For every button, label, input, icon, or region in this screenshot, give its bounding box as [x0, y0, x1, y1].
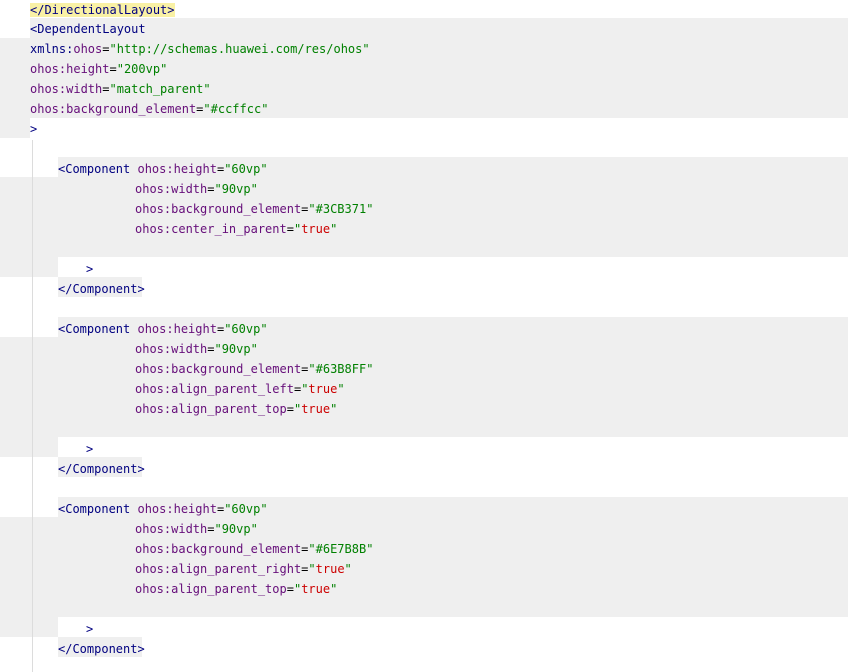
code-token: xmlns: [30, 42, 74, 56]
code-token: "#6E7B8B" [308, 542, 374, 556]
code-token: "60vp" [224, 162, 268, 176]
code-token: "90vp" [214, 522, 258, 536]
code-token: = [102, 42, 110, 56]
code-line[interactable]: ohos:background_element="#63B8FF" [135, 359, 373, 379]
code-line[interactable]: ohos:width="90vp" [135, 519, 258, 539]
code-token: ohos:background_element [30, 102, 197, 116]
code-line[interactable]: > [86, 439, 93, 459]
code-token: ohos:width [135, 342, 208, 356]
code-token: "60vp" [224, 502, 268, 516]
code-token: ohos:align_parent_top [135, 402, 287, 416]
code-token: > [86, 622, 94, 636]
code-token: "90vp" [214, 342, 258, 356]
code-token: ohos:center_in_parent [135, 222, 287, 236]
code-token: = [286, 222, 294, 236]
code-token: " [330, 582, 338, 596]
code-line[interactable]: ohos:height="200vp" [30, 59, 167, 79]
code-token: ohos:height [137, 162, 217, 176]
component-2-gutter-bg [0, 337, 58, 457]
code-line[interactable]: <Component ohos:height="60vp" [58, 319, 268, 339]
code-token: = [286, 582, 294, 596]
code-line[interactable]: <DependentLayout [30, 19, 146, 39]
code-token: "http://schemas.huawei.com/res/ohos" [109, 42, 370, 56]
code-token: ohos:background_element [135, 362, 302, 376]
code-token: " [330, 222, 338, 236]
code-token: ohos:width [135, 182, 208, 196]
code-token: true [301, 402, 331, 416]
code-token: <Component [58, 322, 138, 336]
code-token: ohos:width [30, 82, 103, 96]
code-token: ohos:width [135, 522, 208, 536]
code-line[interactable]: ohos:center_in_parent="true" [135, 219, 337, 239]
code-line[interactable]: ohos:align_parent_right="true" [135, 559, 352, 579]
code-token: ohos:background_element [135, 202, 302, 216]
code-line[interactable]: ohos:background_element="#6E7B8B" [135, 539, 373, 559]
code-line[interactable]: > [86, 259, 93, 279]
code-token: > [86, 262, 94, 276]
code-token: </DirectionalLayout> [30, 3, 175, 17]
code-token: ohos:height [137, 322, 217, 336]
component-1-gutter-bg [0, 177, 58, 277]
code-line[interactable]: <Component ohos:height="60vp" [58, 159, 268, 179]
code-token: </Component> [58, 282, 145, 296]
code-token: ohos:height [30, 62, 110, 76]
code-token: "60vp" [224, 322, 268, 336]
code-token: "200vp" [116, 62, 168, 76]
code-line[interactable]: ohos:width="90vp" [135, 339, 258, 359]
code-line[interactable]: ohos:align_parent_left="true" [135, 379, 345, 399]
code-token: > [30, 122, 38, 136]
code-token: true [315, 562, 345, 576]
code-token: ohos:align_parent_left [135, 382, 294, 396]
component-3-gutter-bg [0, 517, 58, 637]
code-token: " [337, 382, 345, 396]
code-token: "#3CB371" [308, 202, 374, 216]
code-token: "90vp" [214, 182, 258, 196]
code-token: "#ccffcc" [203, 102, 269, 116]
code-token: " [308, 562, 316, 576]
code-token: <DependentLayout [30, 22, 146, 36]
code-line[interactable]: </Component> [58, 639, 145, 659]
code-token: ohos:align_parent_right [135, 562, 302, 576]
code-line[interactable]: ohos:width="match_parent" [30, 79, 211, 99]
code-line[interactable]: <Component ohos:height="60vp" [58, 499, 268, 519]
code-token: "#63B8FF" [308, 362, 374, 376]
code-line[interactable]: > [30, 119, 37, 139]
code-line[interactable]: ohos:align_parent_top="true" [135, 579, 337, 599]
code-token: > [86, 442, 94, 456]
code-line[interactable]: </DirectionalLayout> [30, 0, 175, 20]
dependent-layout-gutter-bg [0, 38, 30, 138]
code-token: ohos:height [137, 502, 217, 516]
code-line[interactable]: > [86, 619, 93, 639]
code-token: true [308, 382, 338, 396]
code-token: " [344, 562, 352, 576]
code-token: true [301, 222, 331, 236]
code-line[interactable]: </Component> [58, 279, 145, 299]
code-token: <Component [58, 502, 138, 516]
code-token: ohos:align_parent_top [135, 582, 287, 596]
code-token: true [301, 582, 331, 596]
code-line[interactable]: xmlns:ohos="http://schemas.huawei.com/re… [30, 39, 370, 59]
code-token: " [330, 402, 338, 416]
code-token: ohos:background_element [135, 542, 302, 556]
code-token: </Component> [58, 642, 145, 656]
code-line[interactable]: ohos:width="90vp" [135, 179, 258, 199]
code-token: "match_parent" [109, 82, 211, 96]
code-token: = [286, 402, 294, 416]
code-token: <Component [58, 162, 138, 176]
code-token: </Component> [58, 462, 145, 476]
indent-guide [32, 140, 33, 672]
code-line[interactable]: </Component> [58, 459, 145, 479]
code-token: = [109, 62, 117, 76]
code-line[interactable]: ohos:align_parent_top="true" [135, 399, 337, 419]
code-token: ohos [73, 42, 103, 56]
code-line[interactable]: ohos:background_element="#ccffcc" [30, 99, 268, 119]
code-line[interactable]: ohos:background_element="#3CB371" [135, 199, 373, 219]
